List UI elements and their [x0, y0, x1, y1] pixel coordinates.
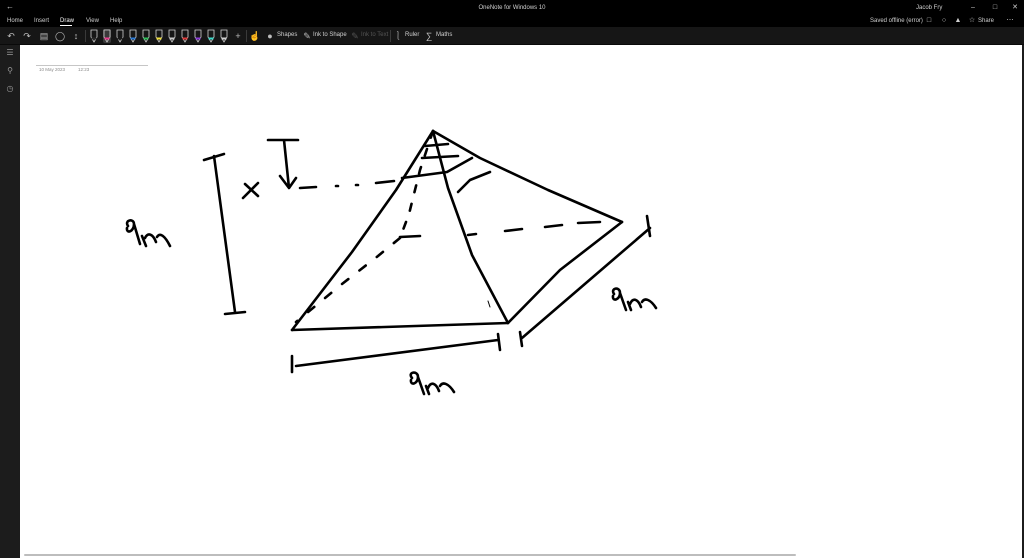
ink-stroke-cut-plane-2: [456, 170, 492, 194]
ink-stroke-pyramid-back-edge: [431, 129, 624, 224]
ink-strokes: [125, 129, 658, 396]
ink-stroke-x-arrow: [266, 138, 300, 190]
ink-stroke-cut-level: [298, 179, 396, 190]
ink-stroke-side-dimension: [518, 214, 652, 348]
ink-drawing[interactable]: [0, 0, 1024, 558]
ink-stroke-hidden-edge-3: [398, 234, 422, 239]
ink-stroke-height-bracket: [202, 152, 247, 316]
ink-stroke-pyramid-left-edge: [290, 129, 435, 332]
ink-stroke-label-9m-right: [611, 287, 658, 312]
onenote-window: ← OneNote for Windows 10 Jacob Fry – □ ✕…: [0, 0, 1024, 558]
ink-stroke-label-9m-left: [125, 219, 172, 248]
ink-stroke-label-9m-bottom: [409, 371, 456, 396]
ink-stroke-hidden-edge-4: [466, 220, 602, 237]
ink-stroke-pyramid-base-right: [506, 220, 624, 325]
ink-stroke-small-mark: [487, 300, 491, 308]
ink-stroke-hidden-edge-1: [398, 129, 435, 240]
ink-stroke-base-dimension: [290, 332, 502, 374]
ink-stroke-hidden-edge-2: [294, 236, 402, 324]
ink-stroke-x-letter: [241, 181, 260, 200]
ink-stroke-pyramid-base-front: [290, 321, 510, 332]
ink-stroke-cut-plane-1: [400, 156, 474, 180]
